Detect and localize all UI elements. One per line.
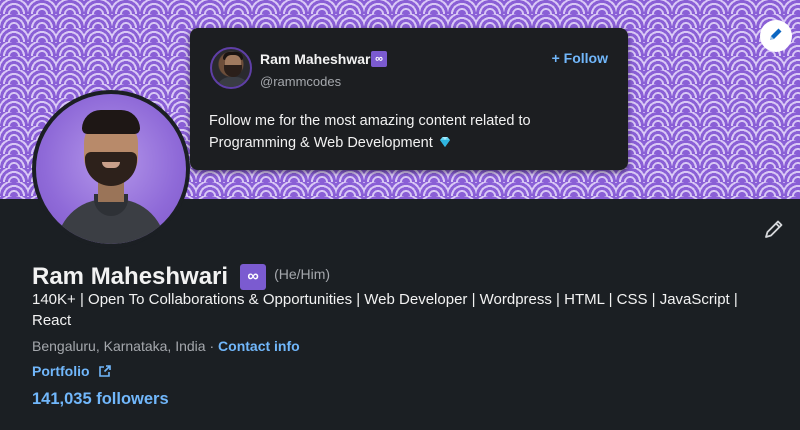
pronouns: (He/Him) — [274, 266, 331, 282]
card-name: Ram Maheshwari — [260, 51, 375, 67]
follow-button[interactable]: + Follow — [552, 50, 608, 66]
edit-banner-button[interactable] — [760, 20, 792, 52]
location-row: Bengaluru, Karnataka, India · Contact in… — [32, 338, 300, 354]
portfolio-label: Portfolio — [32, 363, 90, 379]
profile-photo[interactable] — [32, 90, 190, 248]
pencil-icon — [763, 218, 785, 245]
profile-headline: 140K+ | Open To Collaborations & Opportu… — [32, 291, 738, 329]
contact-info-link[interactable]: Contact info — [218, 338, 300, 354]
profile-name: Ram Maheshwari — [32, 263, 229, 290]
card-text-body: Follow me for the most amazing content r… — [209, 113, 531, 151]
card-text: Follow me for the most amazing content r… — [209, 110, 609, 154]
premium-badge-icon: ∞ — [371, 51, 387, 67]
card-handle: @rammcodes — [260, 74, 342, 89]
name-row: Ram Maheshwari ∞ (He/Him) — [32, 262, 330, 292]
card-avatar[interactable] — [210, 47, 252, 89]
separator: · — [205, 338, 219, 354]
location: Bengaluru, Karnataka, India — [32, 338, 206, 354]
external-link-icon — [98, 364, 112, 378]
pencil-icon — [768, 26, 784, 47]
premium-badge-icon: ∞ — [240, 264, 267, 290]
portfolio-link[interactable]: Portfolio — [32, 363, 112, 379]
banner-follow-card: Ram Maheshwari ∞ @rammcodes + Follow Fol… — [190, 28, 628, 170]
edit-profile-button[interactable] — [762, 219, 786, 243]
followers-link[interactable]: 141,035 followers — [32, 390, 169, 409]
diamond-icon — [439, 133, 451, 147]
